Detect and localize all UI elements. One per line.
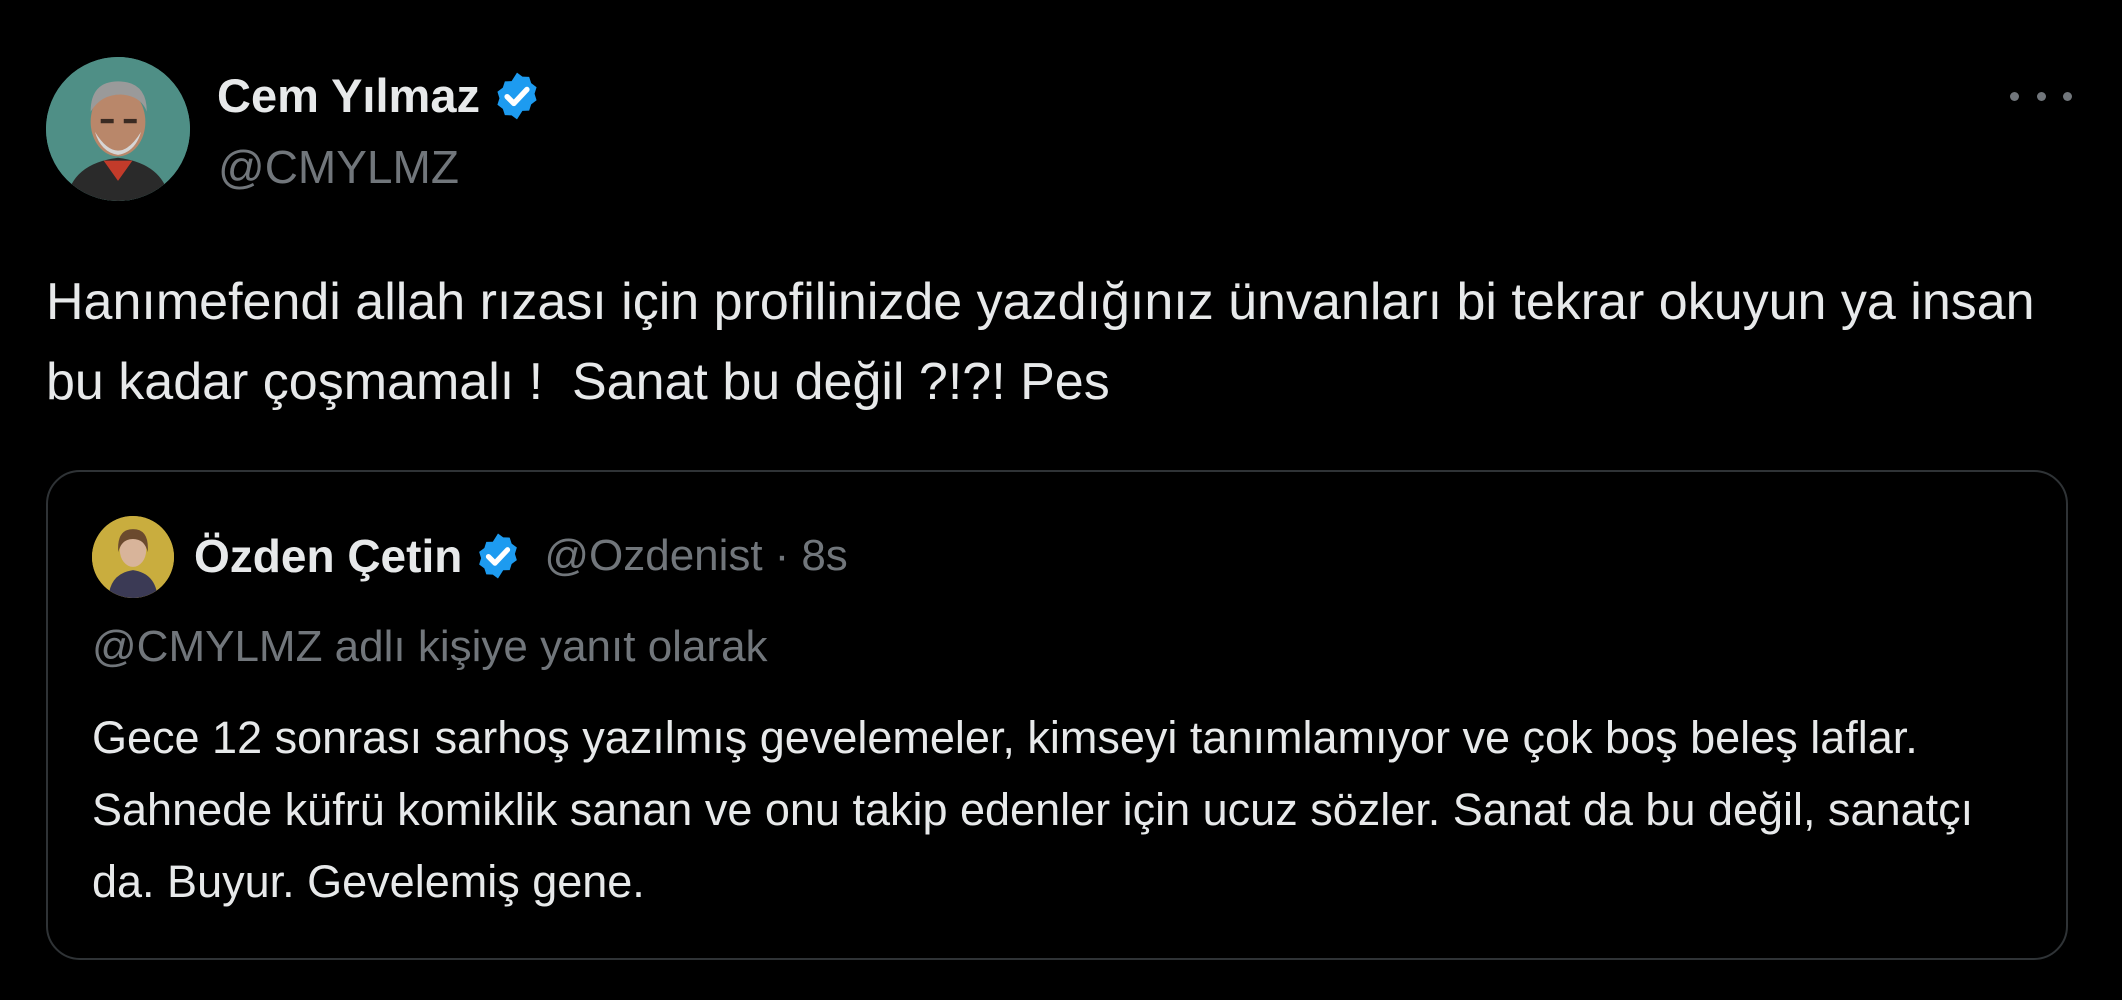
quoted-author-handle[interactable]: @Ozdenist — [544, 531, 762, 581]
avatar-portrait — [46, 57, 190, 201]
quoted-author-name[interactable]: Özden Çetin — [194, 529, 462, 583]
quoted-header: Özden Çetin @Ozdenist · 8s — [194, 522, 848, 590]
author-name-row[interactable]: Cem Yılmaz — [217, 68, 544, 123]
quoted-author-avatar[interactable] — [92, 516, 174, 598]
author-handle[interactable]: @CMYLMZ — [218, 140, 459, 194]
author-avatar[interactable] — [46, 57, 190, 201]
quoted-timestamp[interactable]: 8s — [801, 531, 847, 581]
verified-badge-icon — [472, 530, 524, 582]
dot — [2063, 91, 2072, 101]
separator-dot: · — [774, 531, 790, 580]
reply-context: @CMYLMZ adlı kişiye yanıt olarak — [92, 622, 768, 671]
quoted-avatar-portrait — [92, 516, 174, 598]
author-name[interactable]: Cem Yılmaz — [217, 68, 480, 123]
verified-badge-icon — [490, 69, 544, 123]
quoted-tweet-text: Gece 12 sonrası sarhoş yazılmış geveleme… — [92, 712, 1986, 907]
quoted-tweet-card[interactable]: Özden Çetin @Ozdenist · 8s @CMYLMZ adlı … — [46, 470, 2068, 960]
more-options-icon[interactable] — [2010, 78, 2072, 114]
tweet-text: Hanımefendi allah rızası için profiliniz… — [46, 273, 2050, 411]
dot — [2036, 91, 2046, 101]
dot — [2010, 91, 2019, 101]
